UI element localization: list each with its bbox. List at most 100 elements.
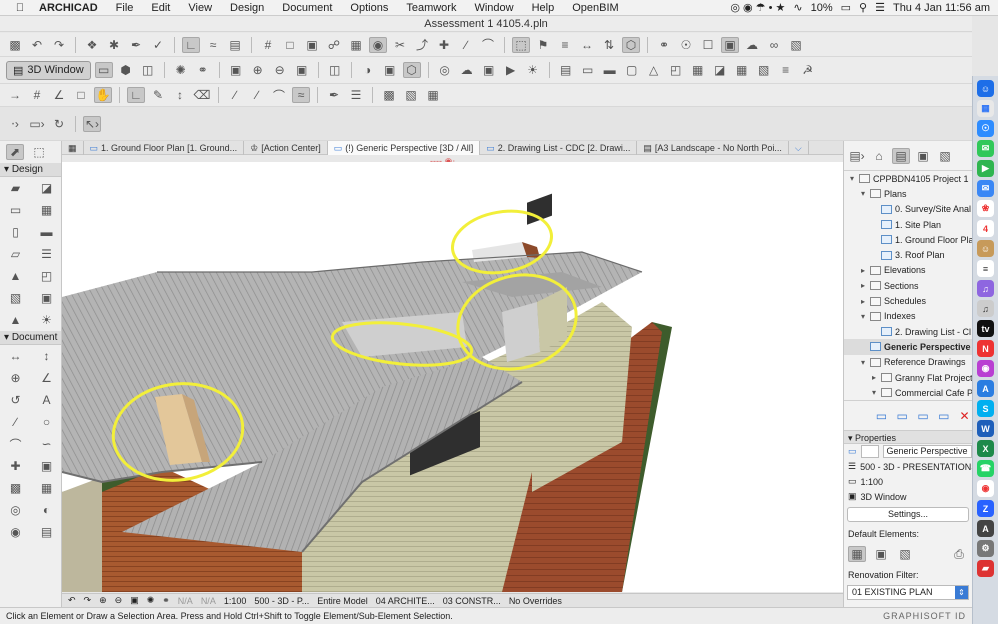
snap-points-icon[interactable]: ≈ (292, 87, 310, 103)
magic-wand-icon[interactable]: ✋ (94, 87, 112, 103)
column-icon[interactable]: ▭ (579, 62, 597, 78)
shell-tool-icon[interactable]: ◰ (31, 265, 62, 287)
finder-icon[interactable]: ☺ (977, 80, 994, 97)
snap-icon[interactable]: → (6, 87, 24, 103)
elevate-icon[interactable]: ⇅ (600, 37, 618, 53)
circle-tool-icon[interactable]: ○ (31, 411, 62, 433)
graphisoft-id[interactable]: GRAPHISOFT ID (883, 608, 972, 624)
disclosure-closed-icon[interactable]: ▸ (859, 297, 867, 306)
tree-item[interactable]: ▸ Schedules (844, 293, 972, 308)
scale-field[interactable]: 1:100 (224, 596, 247, 606)
calendar-icon[interactable]: 4 (977, 220, 994, 237)
menu-teamwork[interactable]: Teamwork (397, 2, 465, 14)
tab-overflow[interactable]: ⌵ (789, 140, 809, 155)
cloud-icon[interactable]: ☁ (743, 37, 761, 53)
view-map-icon[interactable]: ▤ (892, 147, 910, 164)
cube-icon[interactable]: ◫ (326, 62, 344, 78)
word-icon[interactable]: W (977, 420, 994, 437)
publisher-icon[interactable]: ▧ (936, 148, 954, 164)
zoom-in-icon[interactable]: ⊕ (249, 62, 267, 78)
compare-icon[interactable]: ▧ (787, 37, 805, 53)
video-icon[interactable]: ▶ (502, 62, 520, 78)
disclosure-open-icon[interactable]: ▾ (859, 358, 867, 367)
contacts-icon[interactable]: ☺ (977, 240, 994, 257)
notes-icon[interactable]: ♫ (977, 280, 994, 297)
slab-tool-icon[interactable]: ▱ (0, 243, 31, 265)
safari-icon[interactable]: ☉ (977, 120, 994, 137)
disclosure-open-icon[interactable]: ▾ (859, 312, 867, 321)
tree-item[interactable]: Generic Perspective (844, 339, 972, 355)
reserve-icon[interactable]: ☐ (699, 37, 717, 53)
delete-icon[interactable]: ✕ (957, 408, 972, 424)
pet-palette-icon[interactable]: ❖ (83, 37, 101, 53)
excel-icon[interactable]: X (977, 440, 994, 457)
layer-combo-value[interactable]: 500 - 3D - PRESENTATIONS (860, 462, 977, 472)
messages-icon[interactable]: ✉ (977, 140, 994, 157)
clock[interactable]: Thu 4 Jan 11:56 am (893, 2, 990, 14)
control-center-icon[interactable]: ☰ (875, 1, 885, 14)
pencil-icon[interactable]: ✎ (149, 87, 167, 103)
railing-tool-icon[interactable]: ▧ (0, 287, 31, 309)
news-icon[interactable]: N (977, 340, 994, 357)
lamp-tool-icon[interactable]: ☀ (31, 309, 62, 331)
line-icon[interactable]: ∕ (226, 87, 244, 103)
wall-icon[interactable]: ▤ (557, 62, 575, 78)
tree-item[interactable]: 3. Roof Plan (844, 247, 972, 262)
tree-item[interactable]: 1. Site Plan (844, 217, 972, 232)
layer-combination[interactable]: 500 - 3D - P... (254, 596, 309, 606)
tab-drawing-list[interactable]: ▭ 2. Drawing List - CDC [2. Drawi... (480, 140, 638, 155)
walk-icon[interactable]: ✺ (147, 595, 155, 606)
settings-button[interactable]: Settings... (847, 507, 969, 523)
style-icon[interactable]: ⬡ (402, 62, 421, 78)
railing-icon[interactable]: ☭ (799, 62, 817, 78)
eyedropper-icon[interactable]: ✒ (127, 37, 145, 53)
detail-tool-icon[interactable]: ◉ (0, 521, 31, 543)
tab-ground-floor-plan[interactable]: ▭ 1. Ground Floor Plan [1. Ground... (84, 140, 245, 155)
worksheet-tool-icon[interactable]: ▤ (31, 521, 62, 543)
properties-header[interactable]: ▾ Properties (844, 430, 972, 445)
intersect-icon[interactable]: ✚ (435, 37, 453, 53)
zoom-app-icon[interactable]: Z (977, 500, 994, 517)
stair-tool-icon[interactable]: ☰ (31, 243, 62, 265)
figure-tool-icon[interactable]: ▣ (31, 455, 62, 477)
mail-icon[interactable]: ✉ (977, 180, 994, 197)
menu-help[interactable]: Help (523, 2, 564, 14)
3d-viewport[interactable] (62, 162, 843, 592)
cube-view-icon[interactable]: ⬡ (622, 36, 640, 53)
roof-tool-icon[interactable]: ▲ (0, 265, 31, 287)
default-fills-icon[interactable]: ▧ (896, 546, 914, 562)
stair-icon[interactable]: ≡ (777, 62, 795, 78)
archicad-dock-icon[interactable]: A (977, 520, 994, 537)
default-elements-icon[interactable]: ▦ (848, 546, 866, 563)
axonometric-icon[interactable]: ⬢ (117, 62, 135, 78)
tree-item[interactable]: 1. Ground Floor Pla (844, 232, 972, 247)
tab-action-center[interactable]: ♔ [Action Center] (244, 140, 328, 155)
battery-icon[interactable]: ▭ (841, 1, 851, 14)
default-objects-icon[interactable]: ▣ (872, 546, 890, 562)
arc-icon[interactable]: ⌒ (270, 87, 288, 103)
text-tool-icon[interactable]: A (31, 389, 62, 411)
podcasts-icon[interactable]: ◉ (977, 360, 994, 377)
tree-item[interactable]: ▸ Sections (844, 278, 972, 293)
zoom-in-icon[interactable]: ⊕ (99, 595, 107, 606)
wall-tool-icon[interactable]: ▰ (0, 177, 31, 199)
3d-window-button[interactable]: ▤ 3D Window (6, 60, 91, 80)
align-icon[interactable]: ≡ (556, 37, 574, 53)
save-icon[interactable]: ▩ (6, 37, 24, 53)
renovation-filter-select[interactable]: 01 EXISTING PLAN ⇕ (847, 585, 969, 601)
elevation-tool-icon[interactable]: ◐ (31, 499, 62, 521)
zoom-field[interactable]: N/A (178, 596, 193, 606)
fill-tool-icon[interactable]: ▩ (0, 477, 31, 499)
send-receive-icon[interactable]: ☉ (677, 37, 695, 53)
object-tool-icon[interactable]: ▣ (31, 287, 62, 309)
teamwork-icon[interactable]: ⚭ (655, 37, 673, 53)
polyline-icon[interactable]: ∕ (248, 87, 266, 103)
walk-icon[interactable]: ✺ (172, 62, 190, 78)
system-prefs-icon[interactable]: ⚙ (977, 540, 994, 557)
name-field[interactable]: Generic Perspective (882, 445, 972, 459)
tree-item[interactable]: ▸ Elevations (844, 263, 972, 278)
disclosure-open-icon[interactable]: ▾ (870, 388, 878, 397)
rotate-icon[interactable]: ↻ (50, 116, 68, 132)
new-view-icon[interactable]: ▭ (874, 408, 889, 424)
elevation-dimension-icon[interactable]: ⊕ (0, 367, 31, 389)
